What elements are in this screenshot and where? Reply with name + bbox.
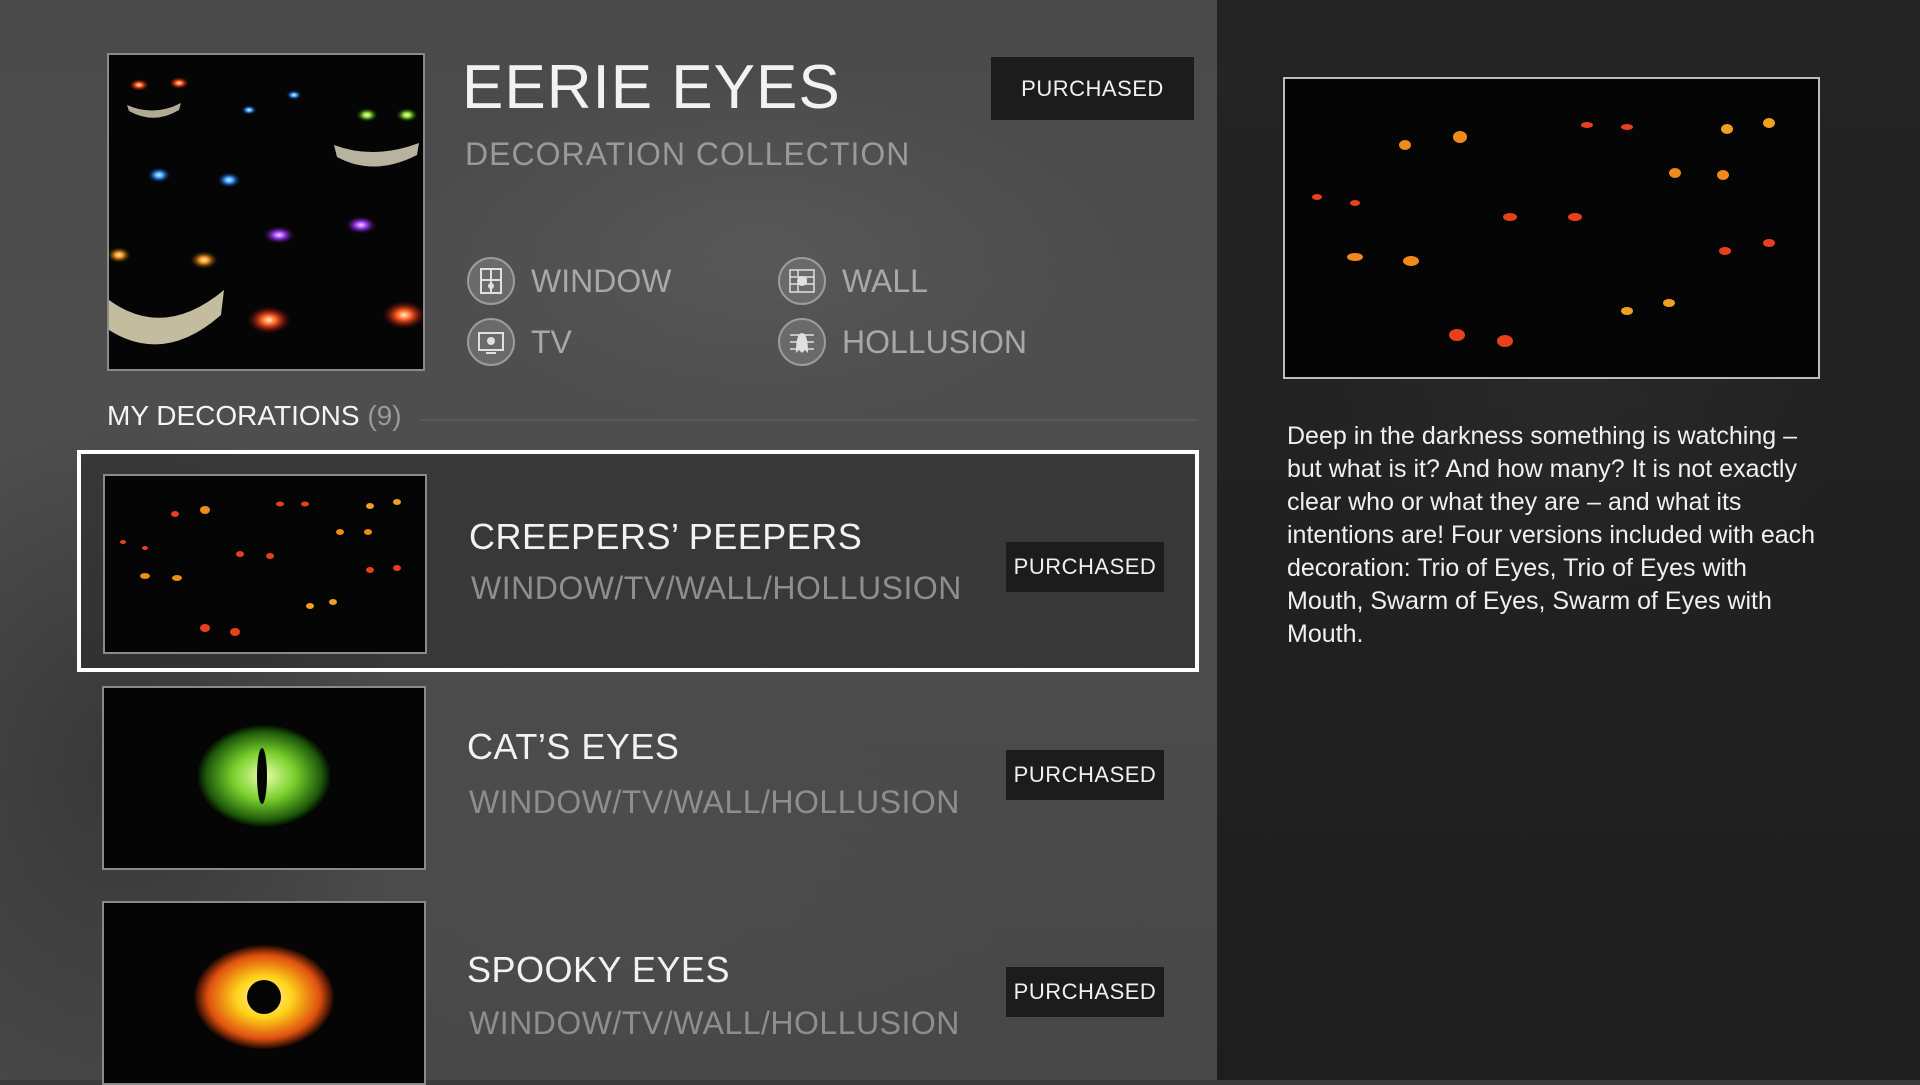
location-wall-label: WALL	[842, 262, 928, 299]
collection-title: EERIE EYES	[462, 53, 841, 122]
spooky-eyes-artwork	[194, 945, 334, 1049]
decoration-description: Deep in the darkness something is watchi…	[1287, 422, 1816, 648]
decoration-row-creepers-peepers[interactable]: CREEPERS’ PEEPERS WINDOW/TV/WALL/HOLLUSI…	[77, 450, 1199, 672]
location-hollusion: HOLLUSION	[778, 318, 1027, 366]
decoration-purchased-badge[interactable]: PURCHASED	[1006, 967, 1164, 1017]
decoration-row-cats-eyes[interactable]: CAT’S EYES WINDOW/TV/WALL/HOLLUSION PURC…	[77, 686, 1199, 870]
decoration-purchased-badge[interactable]: PURCHASED	[1006, 750, 1164, 800]
location-wall: WALL	[778, 257, 928, 305]
collection-subtitle: DECORATION COLLECTION	[465, 136, 911, 172]
decoration-purchased-badge[interactable]: PURCHASED	[1006, 542, 1164, 592]
my-decorations-header: MY DECORATIONS (9)	[107, 400, 402, 432]
decoration-preview	[1283, 77, 1820, 379]
wall-icon	[778, 257, 826, 305]
location-window: WINDOW	[467, 257, 671, 305]
window-icon	[467, 257, 515, 305]
location-tv-label: TV	[531, 323, 572, 360]
hollusion-icon	[778, 318, 826, 366]
decoration-thumbnail	[102, 901, 426, 1085]
location-window-label: WINDOW	[531, 262, 672, 299]
decoration-locations: WINDOW/TV/WALL/HOLLUSION	[469, 1005, 960, 1041]
decoration-thumbnail	[102, 686, 426, 870]
location-tv: TV	[467, 318, 572, 366]
section-divider	[420, 419, 1197, 421]
my-decorations-count: (9)	[367, 400, 402, 431]
eerie-eyes-artwork	[109, 77, 423, 345]
decoration-locations: WINDOW/TV/WALL/HOLLUSION	[471, 570, 962, 606]
decoration-thumbnail	[103, 474, 427, 654]
collection-thumbnail	[107, 53, 425, 371]
decoration-title: SPOOKY EYES	[467, 949, 730, 990]
creepers-peepers-artwork	[120, 499, 401, 636]
decoration-title: CREEPERS’ PEEPERS	[469, 516, 863, 557]
decoration-title: CAT’S EYES	[467, 726, 680, 767]
location-hollusion-label: HOLLUSION	[842, 323, 1027, 360]
cats-eyes-artwork	[196, 724, 332, 828]
preview-artwork	[1312, 118, 1775, 347]
collection-purchased-badge[interactable]: PURCHASED	[991, 57, 1194, 120]
decoration-row-spooky-eyes[interactable]: SPOOKY EYES WINDOW/TV/WALL/HOLLUSION PUR…	[77, 901, 1199, 1085]
decoration-locations: WINDOW/TV/WALL/HOLLUSION	[469, 784, 960, 820]
tv-icon	[467, 318, 515, 366]
my-decorations-label: MY DECORATIONS	[107, 400, 360, 431]
